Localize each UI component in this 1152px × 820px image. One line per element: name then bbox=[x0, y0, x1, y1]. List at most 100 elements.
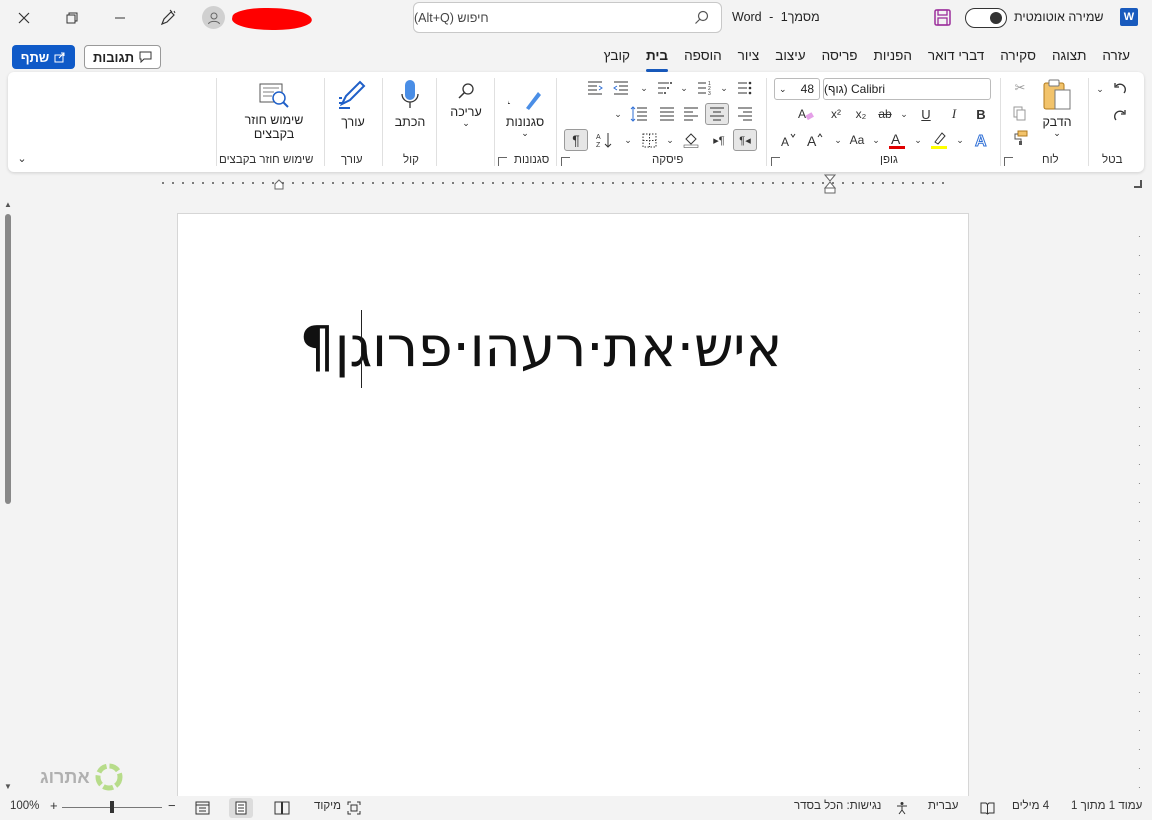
styles-launcher-icon[interactable] bbox=[498, 157, 507, 166]
text-effects-icon[interactable]: A bbox=[971, 129, 993, 151]
align-center-icon[interactable] bbox=[705, 103, 729, 125]
clipboard-launcher-icon[interactable] bbox=[1004, 157, 1013, 166]
language-status[interactable]: עברית bbox=[928, 800, 958, 812]
font-name-select[interactable]: Calibri (גוף) ⌄ bbox=[823, 78, 991, 100]
horizontal-ruler[interactable] bbox=[160, 174, 950, 194]
strikethrough-button[interactable]: ab bbox=[874, 104, 896, 124]
clear-formatting-icon[interactable]: A bbox=[794, 104, 818, 124]
tab-review[interactable]: סקירה bbox=[992, 48, 1044, 70]
show-marks-button[interactable]: ¶ bbox=[564, 129, 588, 151]
styles-dropdown[interactable]: ⌄ bbox=[521, 129, 529, 138]
numbering-icon[interactable]: 123 bbox=[694, 78, 716, 98]
zoom-in-button[interactable]: + bbox=[50, 798, 58, 813]
editing-dropdown[interactable]: ⌄ bbox=[462, 119, 470, 128]
shading-icon[interactable] bbox=[680, 129, 702, 151]
paste-dropdown[interactable]: ⌄ bbox=[1053, 129, 1061, 138]
restore-icon[interactable] bbox=[56, 4, 88, 32]
right-indent-marker[interactable] bbox=[824, 174, 836, 194]
close-icon[interactable] bbox=[8, 4, 40, 32]
bullets-dropdown[interactable]: ⌄ bbox=[718, 80, 730, 96]
underline-button[interactable]: U bbox=[916, 104, 936, 124]
focus-label[interactable]: מיקוד bbox=[314, 800, 341, 812]
reuse-files-button[interactable]: שימוש חוזר בקבצים bbox=[230, 80, 318, 141]
document-text[interactable]: איש·את·רעהו·פרוגן¶ bbox=[299, 315, 782, 380]
read-mode-icon[interactable] bbox=[270, 798, 294, 818]
decrease-indent-icon[interactable] bbox=[610, 78, 632, 98]
bullets-icon[interactable] bbox=[734, 78, 756, 98]
redo-icon[interactable] bbox=[1108, 104, 1132, 126]
undo-dropdown[interactable]: ⌄ bbox=[1094, 82, 1106, 96]
dictate-button[interactable]: הכתב bbox=[388, 78, 432, 129]
shrink-font-icon[interactable]: A bbox=[778, 129, 800, 151]
cut-icon[interactable]: ✂ bbox=[1010, 79, 1030, 97]
highlight-dropdown[interactable]: ⌄ bbox=[912, 132, 924, 148]
document-page[interactable]: איש·את·רעהו·פרוגן¶ bbox=[177, 213, 969, 813]
editing-button[interactable]: עריכה ⌄ bbox=[444, 82, 488, 128]
multilevel-dropdown[interactable]: ⌄ bbox=[638, 80, 650, 96]
line-spacing-icon[interactable] bbox=[628, 103, 650, 125]
highlight-color-icon[interactable] bbox=[928, 129, 950, 151]
scroll-up-icon[interactable]: ▲ bbox=[4, 200, 12, 209]
subscript-button[interactable]: x₂ bbox=[851, 104, 871, 124]
zoom-level[interactable]: 100% bbox=[10, 800, 39, 812]
word-count[interactable]: 4 מילים bbox=[1012, 800, 1049, 812]
underline-dropdown[interactable]: ⌄ bbox=[898, 104, 910, 124]
paste-button[interactable]: הדבק ⌄ bbox=[1034, 78, 1080, 138]
numbering-dropdown[interactable]: ⌄ bbox=[678, 80, 690, 96]
zoom-out-button[interactable]: − bbox=[168, 798, 176, 813]
tab-references[interactable]: הפניות bbox=[866, 48, 920, 70]
accessibility-icon[interactable] bbox=[890, 798, 914, 818]
align-right-icon[interactable] bbox=[734, 103, 756, 125]
comments-button[interactable]: תגובות bbox=[84, 45, 161, 69]
tab-view[interactable]: תצוגה bbox=[1044, 48, 1094, 70]
pen-icon[interactable] bbox=[152, 4, 184, 32]
tab-file[interactable]: קובץ bbox=[596, 48, 638, 70]
font-color-dropdown[interactable]: ⌄ bbox=[870, 132, 882, 148]
increase-indent-icon[interactable] bbox=[584, 78, 606, 98]
user-icon[interactable] bbox=[202, 6, 225, 29]
justify-icon[interactable] bbox=[656, 103, 678, 125]
zoom-slider-thumb[interactable] bbox=[110, 801, 114, 813]
line-spacing-dropdown[interactable]: ⌄ bbox=[612, 106, 624, 122]
font-color-icon[interactable]: A bbox=[886, 129, 908, 151]
document-area[interactable]: ▲ ▼ איש·את·רעהו·פרוגן¶ bbox=[0, 196, 1130, 813]
font-launcher-icon[interactable] bbox=[771, 157, 780, 166]
web-layout-icon[interactable] bbox=[190, 798, 214, 818]
vertical-ruler[interactable]: · · · · · · · · · · · · · · · · · · · · · · · · · · · · · · bbox=[1130, 196, 1152, 796]
search-input[interactable]: חיפוש (Alt+Q) bbox=[413, 2, 722, 33]
tab-design[interactable]: עיצוב bbox=[767, 48, 813, 70]
tab-layout[interactable]: פריסה bbox=[814, 48, 866, 70]
borders-dropdown[interactable]: ⌄ bbox=[622, 132, 634, 148]
left-indent-marker[interactable] bbox=[274, 178, 284, 190]
bold-button[interactable]: B bbox=[971, 104, 991, 124]
tab-home[interactable]: בית bbox=[638, 48, 676, 72]
collapse-ribbon-icon[interactable]: ⌄ bbox=[14, 150, 30, 166]
page-count[interactable]: עמוד 1 מתוך 1 bbox=[1071, 800, 1142, 812]
copy-icon[interactable] bbox=[1010, 104, 1030, 122]
text-effects-dropdown[interactable]: ⌄ bbox=[954, 132, 966, 148]
print-layout-icon[interactable] bbox=[229, 798, 253, 818]
multilevel-list-icon[interactable] bbox=[654, 78, 676, 98]
borders-icon[interactable] bbox=[638, 129, 660, 151]
tab-draw[interactable]: ציור bbox=[730, 48, 768, 70]
shading-dropdown[interactable]: ⌄ bbox=[664, 132, 676, 148]
undo-icon[interactable] bbox=[1108, 78, 1132, 100]
styles-button[interactable]: A סגנונות ⌄ bbox=[500, 80, 550, 138]
tab-help[interactable]: עזרה bbox=[1094, 48, 1138, 70]
grow-font-icon[interactable]: A bbox=[804, 129, 826, 151]
sort-icon[interactable]: AZ bbox=[592, 129, 616, 151]
superscript-button[interactable]: x² bbox=[826, 104, 846, 124]
save-icon[interactable] bbox=[934, 9, 951, 29]
font-size-select[interactable]: 48 ⌄ bbox=[774, 78, 820, 100]
italic-button[interactable]: I bbox=[944, 104, 964, 124]
ltr-direction-button[interactable]: ▸¶ bbox=[708, 129, 730, 151]
minimize-icon[interactable] bbox=[104, 4, 136, 32]
scroll-down-icon[interactable]: ▼ bbox=[4, 782, 12, 791]
share-button[interactable]: שתף bbox=[12, 45, 75, 69]
proofing-icon[interactable] bbox=[975, 798, 999, 818]
autosave-toggle[interactable] bbox=[965, 8, 1007, 28]
vertical-scrollbar-thumb[interactable] bbox=[5, 214, 11, 504]
tab-insert[interactable]: הוספה bbox=[676, 48, 730, 70]
align-left-icon[interactable] bbox=[680, 103, 702, 125]
tab-selector[interactable] bbox=[1134, 180, 1142, 188]
